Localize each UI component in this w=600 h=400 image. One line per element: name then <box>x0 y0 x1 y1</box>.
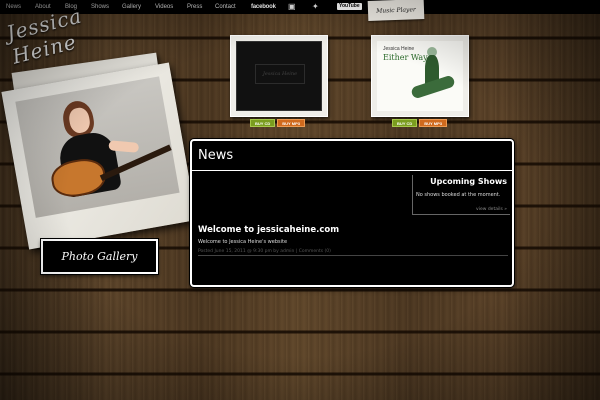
album-2-buy-cd-button[interactable]: BUY CD <box>392 119 418 127</box>
album-2-buy-row: BUY CD BUY MP3 <box>392 119 447 127</box>
album-1-buy-cd-button[interactable]: BUY CD <box>250 119 276 127</box>
nav-videos-link[interactable]: Videos <box>155 4 173 10</box>
music-player-button[interactable]: Music Player <box>367 0 425 21</box>
post-title-link[interactable]: Welcome to jessicaheine.com <box>198 225 339 235</box>
post-body: Welcome to Jessica Heine's website <box>198 239 288 245</box>
myspace-icon[interactable]: ▣ <box>288 3 296 11</box>
artist-photo <box>15 76 180 218</box>
album-cover-1[interactable]: Jessica Heine <box>230 35 328 117</box>
album-cover-1-art: Jessica Heine <box>236 41 322 111</box>
album-cover-2[interactable]: Jessica Heine Either Way <box>371 35 469 117</box>
album-1-ornament: Jessica Heine <box>255 64 305 84</box>
album-2-title: Either Way <box>383 53 428 62</box>
post-meta: Posted June 15, 2011 @ 9:30 pm by admin … <box>198 249 508 256</box>
album-1-buy-row: BUY CD BUY MP3 <box>250 119 305 127</box>
facebook-link[interactable]: facebook <box>251 4 276 10</box>
photo-gallery-button[interactable]: Photo Gallery <box>40 238 159 275</box>
album-2-artist: Jessica Heine <box>383 46 415 52</box>
nav-contact-link[interactable]: Contact <box>215 4 236 10</box>
upcoming-shows-box: Upcoming Shows No shows booked at the mo… <box>412 175 510 215</box>
artist-photo-polaroid[interactable] <box>1 62 197 250</box>
twitter-icon[interactable]: ✦ <box>312 3 319 11</box>
youtube-icon[interactable]: YouTube <box>337 3 362 10</box>
view-details-link[interactable]: view details » <box>416 207 507 212</box>
upcoming-shows-title: Upcoming Shows <box>430 177 507 186</box>
album-cover-2-art: Jessica Heine Either Way <box>377 41 463 111</box>
nav-about-link[interactable]: About <box>35 4 51 10</box>
album-1-buy-mp3-button[interactable]: BUY MP3 <box>277 119 305 127</box>
news-heading: News <box>192 141 512 171</box>
nav-news-link[interactable]: News <box>6 4 21 10</box>
guitar-icon <box>48 155 109 201</box>
news-panel: News Upcoming Shows No shows booked at t… <box>190 139 514 287</box>
album-2-buy-mp3-button[interactable]: BUY MP3 <box>419 119 447 127</box>
nav-press-link[interactable]: Press <box>187 4 202 10</box>
upcoming-shows-empty-text: No shows booked at the moment. <box>416 192 501 198</box>
